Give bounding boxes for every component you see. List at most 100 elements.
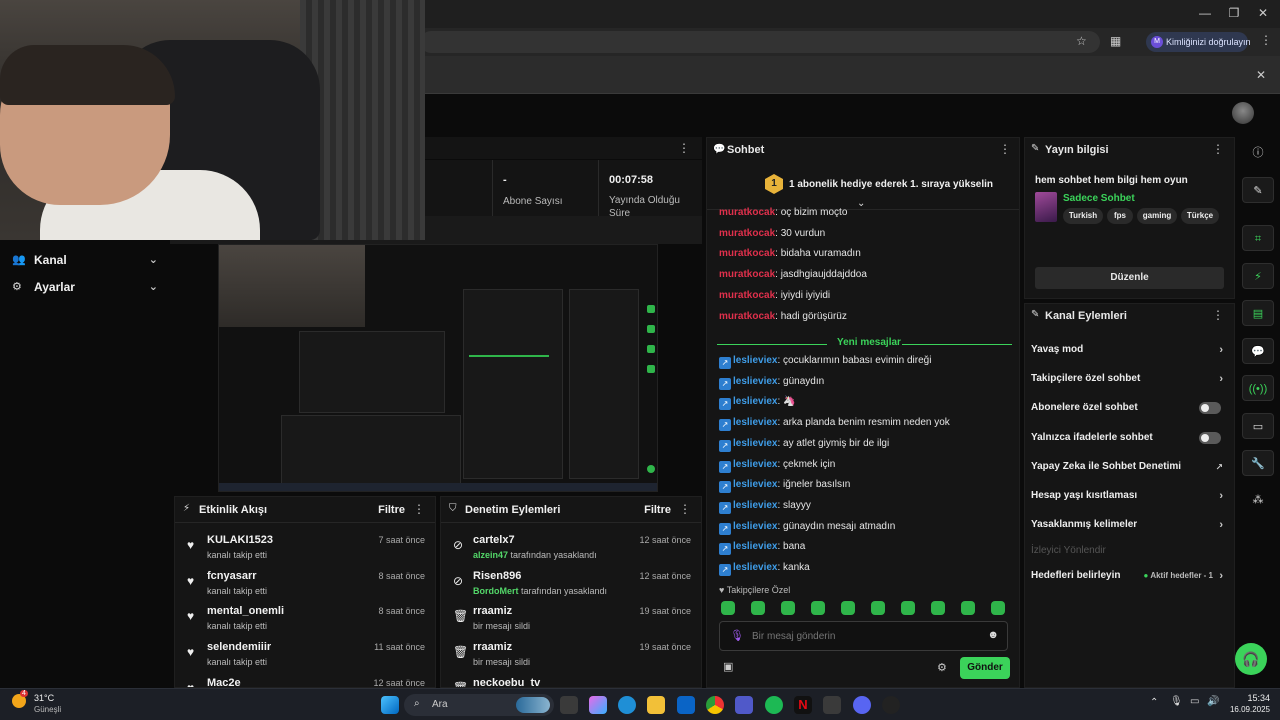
chat-username[interactable]: leslieviex [733, 396, 777, 407]
bolt-icon[interactable]: ⚡ [1242, 263, 1274, 289]
follower-name[interactable]: KULAKI1523 [207, 534, 273, 546]
chat-settings-icon[interactable]: ⚙ [937, 661, 947, 674]
moderator-name[interactable]: BordoMert [473, 586, 519, 596]
emote-only-toggle[interactable] [1199, 432, 1221, 444]
info-icon[interactable]: ⓘ [1242, 140, 1274, 166]
microphone-icon[interactable]: 🎙 [1170, 696, 1183, 707]
chat-username[interactable]: leslieviex [733, 376, 777, 387]
more-icon[interactable]: ⋮ [1212, 142, 1224, 156]
chat-username[interactable]: leslieviex [733, 541, 777, 552]
notification-close-icon[interactable]: ✕ [1256, 68, 1266, 82]
pencil-icon[interactable]: ✎ [1242, 177, 1274, 203]
emote-icon[interactable] [811, 601, 825, 615]
chat-username[interactable]: leslieviex [733, 438, 777, 449]
document-icon[interactable]: ▤ [1242, 300, 1274, 326]
filter-button[interactable]: Filtre [644, 504, 671, 516]
chat-username[interactable]: leslieviex [733, 500, 777, 511]
taskbar-search[interactable]: ⌕ Ara [404, 694, 554, 716]
chat-username[interactable]: leslieviex [733, 417, 777, 428]
ai-moderation-action[interactable]: Yapay Zeka ile Sohbet Denetimi ↗ [1031, 457, 1227, 477]
send-button[interactable]: Gönder [960, 657, 1010, 679]
emote-icon[interactable] [871, 601, 885, 615]
emote-icon[interactable] [991, 601, 1005, 615]
chevron-up-icon[interactable]: ⌃ [1150, 697, 1158, 708]
gift-icon[interactable]: ▣ [723, 660, 733, 673]
emote-icon[interactable] [931, 601, 945, 615]
copilot-icon[interactable] [589, 696, 607, 714]
spotify-icon[interactable] [765, 696, 783, 714]
more-icon[interactable]: ⋮ [1212, 308, 1224, 322]
emote-icon[interactable] [841, 601, 855, 615]
chat-username[interactable]: leslieviex [733, 479, 777, 490]
subscribers-only-toggle[interactable] [1199, 402, 1221, 414]
more-icon[interactable]: ⋮ [679, 502, 691, 516]
emote-icon[interactable] [781, 601, 795, 615]
obs-icon[interactable] [882, 696, 900, 714]
followers-only-action[interactable]: Takipçilere özel sohbet › [1031, 369, 1227, 389]
moderated-user[interactable]: Risen896 [473, 570, 521, 582]
clock-date[interactable]: 16.09.2025 [1222, 705, 1270, 714]
wrench-icon[interactable]: 🔧 [1242, 450, 1274, 476]
verify-identity-button[interactable]: M Kimliğinizi doğrulayın [1146, 32, 1251, 52]
minimize-icon[interactable]: — [1196, 6, 1214, 22]
moderated-user[interactable]: rraamiz [473, 641, 512, 653]
tag-chip[interactable]: gaming [1137, 208, 1177, 224]
chat-input[interactable] [752, 628, 972, 644]
moderated-user[interactable]: neckoebu_tv [473, 677, 540, 687]
follower-name[interactable]: selendemiiir [207, 641, 271, 653]
moderated-user[interactable]: cartelx7 [473, 534, 515, 546]
chat-icon[interactable]: 💬 [1242, 338, 1274, 364]
chat-input-box[interactable]: 🎙 ☻ [719, 621, 1008, 651]
chat-username[interactable]: muratkocak [719, 311, 775, 322]
browser-menu-icon[interactable]: ⋮ [1260, 33, 1272, 47]
stream-preview[interactable] [218, 244, 658, 492]
chat-menu-icon[interactable]: ⋮ [999, 142, 1011, 156]
file-explorer-icon[interactable] [647, 696, 665, 714]
follower-name[interactable]: fcnyasarr [207, 570, 257, 582]
emoji-icon[interactable]: ☻ [987, 629, 999, 641]
netflix-icon[interactable]: N [794, 696, 812, 714]
chat-username[interactable]: muratkocak [719, 248, 775, 259]
pinned-message[interactable]: 1 1 abonelik hediye ederek 1. sıraya yük… [707, 162, 1019, 210]
settings-app-icon[interactable] [823, 696, 841, 714]
tag-chip[interactable]: Turkish [1063, 208, 1103, 224]
bookmark-star-icon[interactable]: ☆ [1076, 34, 1087, 48]
volume-icon[interactable]: 🔊 [1207, 696, 1219, 707]
banned-words-action[interactable]: Yasaklanmış kelimeler › [1031, 515, 1227, 535]
sidebar-item-kanal[interactable]: 👥 Kanal ⌄ [12, 250, 162, 270]
outlook-icon[interactable] [677, 696, 695, 714]
category-name[interactable]: Sadece Sohbet [1063, 193, 1135, 204]
monitor-icon[interactable]: ▭ [1242, 413, 1274, 439]
close-icon[interactable]: ✕ [1254, 6, 1272, 22]
tag-chip[interactable]: fps [1107, 208, 1133, 224]
chat-username[interactable]: leslieviex [733, 562, 777, 573]
restore-icon[interactable]: ❐ [1225, 6, 1243, 22]
moderated-user[interactable]: rraamiz [473, 605, 512, 617]
moderator-name[interactable]: alzein47 [473, 550, 508, 560]
sidebar-item-ayarlar[interactable]: ⚙ Ayarlar ⌄ [12, 277, 162, 297]
chat-username[interactable]: leslieviex [733, 459, 777, 470]
filter-button[interactable]: Filtre [378, 504, 405, 516]
edge-icon[interactable] [618, 696, 636, 714]
slow-mode-action[interactable]: Yavaş mod › [1031, 340, 1227, 360]
clock-time[interactable]: 15:34 [1236, 693, 1270, 703]
emote-icon[interactable] [961, 601, 975, 615]
broadcast-icon[interactable]: ((•)) [1242, 375, 1274, 401]
nodes-icon[interactable]: ⁂ [1242, 487, 1274, 513]
address-bar[interactable] [420, 31, 1100, 53]
user-avatar[interactable] [1232, 102, 1254, 124]
network-icon[interactable]: ▭ [1190, 696, 1199, 707]
teams-icon[interactable] [735, 696, 753, 714]
follower-name[interactable]: mental_onemli [207, 605, 284, 617]
chat-username[interactable]: muratkocak [719, 207, 775, 218]
support-button[interactable]: 🎧 [1235, 643, 1267, 675]
emote-icon[interactable] [721, 601, 735, 615]
more-icon[interactable]: ⋮ [413, 502, 425, 516]
chat-username[interactable]: muratkocak [719, 228, 775, 239]
emote-icon[interactable] [901, 601, 915, 615]
windows-start-icon[interactable] [381, 696, 399, 714]
edit-button[interactable]: Düzenle [1035, 267, 1224, 289]
scan-icon[interactable]: ⌗ [1242, 225, 1274, 251]
discord-icon[interactable] [853, 696, 871, 714]
chat-username[interactable]: leslieviex [733, 355, 777, 366]
